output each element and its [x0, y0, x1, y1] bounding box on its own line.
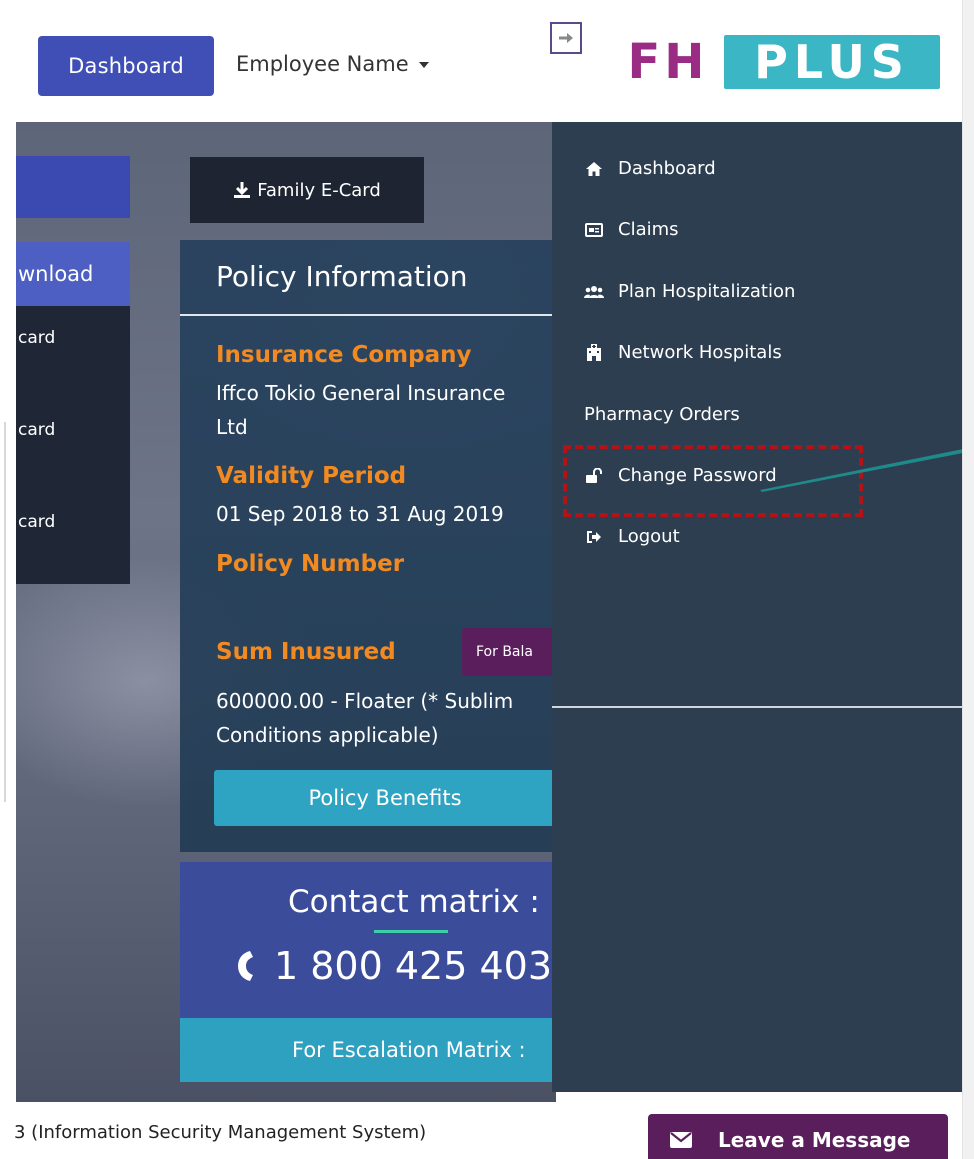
- menu-item-label: Claims: [618, 219, 679, 240]
- policy-benefits-button[interactable]: Policy Benefits: [214, 770, 556, 826]
- caret-down-icon: [418, 62, 429, 68]
- policy-card: [180, 240, 560, 852]
- leave-message-button[interactable]: Leave a Message: [648, 1114, 948, 1159]
- scrollbar[interactable]: [962, 0, 974, 1159]
- insurance-company-label: Insurance Company: [216, 342, 472, 368]
- insurance-company-value: Iffco Tokio General Insurance: [216, 381, 506, 405]
- sidebar-card-item[interactable]: card: [18, 328, 55, 348]
- hospital-icon: [584, 343, 604, 363]
- menu-item-plan-hospitalization[interactable]: Plan Hospitalization: [584, 281, 795, 302]
- contact-phone-number: 1 800 425 403: [274, 944, 553, 988]
- sum-insured-value: 600000.00 - Floater (* Sublim: [216, 689, 514, 713]
- sidebar-card-list: card card card: [16, 306, 130, 584]
- escalation-matrix-button[interactable]: For Escalation Matrix :: [180, 1018, 556, 1082]
- arrow-right-icon: [559, 33, 573, 43]
- sidebar-card-item[interactable]: card: [18, 512, 55, 532]
- menu-item-label: Logout: [618, 526, 680, 547]
- menu-item-network-hospitals[interactable]: Network Hospitals: [584, 342, 782, 363]
- menu-item-dashboard[interactable]: Dashboard: [584, 158, 716, 179]
- validity-period-value: 01 Sep 2018 to 31 Aug 2019: [216, 502, 504, 526]
- logout-icon: [584, 527, 604, 547]
- sidebar-download-item[interactable]: wnload: [16, 242, 130, 306]
- highlight-box: [563, 445, 863, 517]
- menu-divider: [552, 706, 962, 708]
- balance-button[interactable]: For Bala: [462, 628, 556, 676]
- employee-name: Employee Name: [236, 52, 409, 76]
- insurance-company-value-2: Ltd: [216, 415, 248, 439]
- menu-item-logout[interactable]: Logout: [584, 526, 680, 547]
- home-icon: [584, 159, 604, 179]
- menu-item-label: Dashboard: [618, 158, 716, 179]
- users-icon: [584, 282, 604, 302]
- sidebar-card-item[interactable]: card: [18, 420, 55, 440]
- employee-menu[interactable]: Employee Name: [236, 52, 429, 76]
- contact-title: Contact matrix :: [288, 884, 540, 920]
- side-menu-panel: [552, 122, 962, 1092]
- family-ecard-label: Family E-Card: [257, 179, 381, 201]
- policy-title: Policy Information: [216, 260, 468, 293]
- sum-insured-label: Sum Inusured: [216, 639, 396, 665]
- logo-text-right: PLUS: [724, 35, 940, 89]
- footer-text: 3 (Information Security Management Syste…: [14, 1122, 427, 1143]
- menu-item-label: Pharmacy Orders: [584, 404, 740, 425]
- card-icon: [584, 220, 604, 240]
- fhplus-logo: FH PLUS: [612, 34, 940, 90]
- sidebar-header: [16, 156, 130, 218]
- menu-item-label: Plan Hospitalization: [618, 281, 796, 302]
- policy-number-label: Policy Number: [216, 551, 405, 577]
- download-icon: [234, 182, 251, 198]
- envelope-icon: [670, 1132, 692, 1148]
- logo-text-left: FH: [627, 34, 709, 90]
- dashboard-button[interactable]: Dashboard: [38, 36, 214, 96]
- validity-period-label: Validity Period: [216, 463, 407, 489]
- contact-phone[interactable]: 1 800 425 403: [236, 944, 552, 988]
- left-edge: [0, 122, 16, 1102]
- menu-toggle-button[interactable]: [550, 22, 582, 54]
- divider: [180, 314, 552, 316]
- menu-item-pharmacy-orders[interactable]: Pharmacy Orders: [584, 404, 740, 425]
- family-ecard-button[interactable]: Family E-Card: [190, 157, 424, 223]
- phone-icon: [238, 951, 253, 981]
- sum-insured-value-2: Conditions applicable): [216, 723, 439, 747]
- menu-item-claims[interactable]: Claims: [584, 219, 679, 240]
- menu-item-label: Network Hospitals: [618, 342, 782, 363]
- divider: [374, 930, 448, 933]
- leave-message-label: Leave a Message: [718, 1128, 911, 1152]
